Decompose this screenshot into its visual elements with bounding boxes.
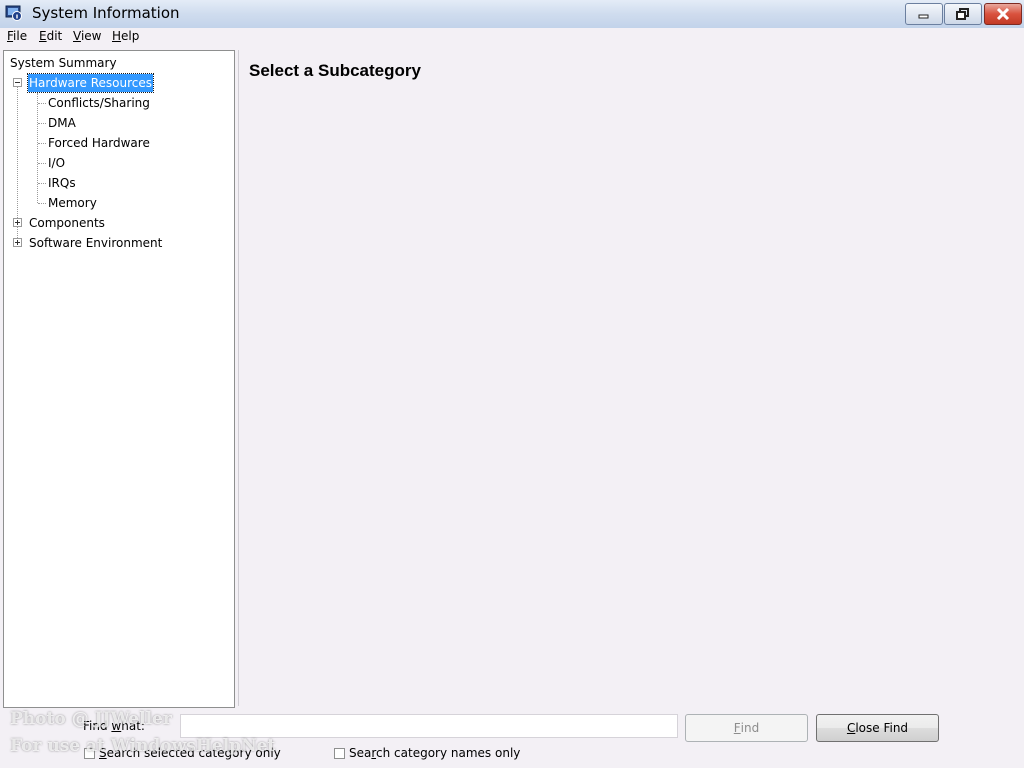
tree-item-conflicts-sharing[interactable]: Conflicts/Sharing	[48, 94, 150, 112]
menu-file[interactable]: File	[7, 29, 27, 43]
menu-bar: File Edit View Help	[0, 28, 1024, 46]
page-title: Select a Subcategory	[249, 61, 421, 80]
tree-item-components[interactable]: Components	[29, 214, 105, 232]
tree-item-system-summary[interactable]: System Summary	[10, 54, 117, 72]
restore-icon	[956, 8, 969, 20]
menu-help[interactable]: Help	[112, 29, 139, 43]
restore-button[interactable]	[944, 3, 982, 25]
tree-item-dma[interactable]: DMA	[48, 114, 76, 132]
collapse-icon[interactable]	[13, 78, 22, 87]
system-information-icon	[5, 5, 22, 21]
tree-item-memory[interactable]: Memory	[48, 194, 97, 212]
search-category-names-checkbox[interactable]	[334, 747, 345, 759]
tree-item-forced-hardware[interactable]: Forced Hardware	[48, 134, 150, 152]
menu-edit[interactable]: Edit	[39, 29, 62, 43]
tree-item-hardware-resources[interactable]: Hardware Resources	[26, 73, 155, 93]
close-button[interactable]	[984, 3, 1022, 25]
tree-connector	[38, 183, 46, 184]
watermark-line-1: Photo @ JJWeller	[10, 709, 172, 729]
close-find-button[interactable]: Close Find	[816, 714, 939, 742]
close-icon	[996, 8, 1010, 20]
minimize-icon	[918, 14, 929, 19]
tree-item-irqs[interactable]: IRQs	[48, 174, 76, 192]
tree-item-software-environment[interactable]: Software Environment	[29, 234, 162, 252]
category-tree[interactable]: System Summary Hardware Resources Confli…	[3, 50, 235, 708]
tree-connector	[38, 103, 46, 104]
find-what-input[interactable]	[180, 714, 678, 738]
tree-connector	[38, 163, 46, 164]
search-category-names-checkbox-row[interactable]: Search category names only	[334, 746, 520, 760]
expand-icon[interactable]	[13, 218, 22, 227]
title-bar[interactable]: System Information	[0, 0, 1024, 29]
find-button[interactable]: Find	[685, 714, 808, 742]
tree-connector	[38, 203, 46, 204]
tree-connector	[38, 143, 46, 144]
minimize-button[interactable]	[905, 3, 943, 25]
tree-item-io[interactable]: I/O	[48, 154, 65, 172]
search-category-names-label: Search category names only	[349, 746, 521, 760]
tree-connector	[38, 123, 46, 124]
watermark-line-2: For use at WindowsHelpNet	[10, 736, 276, 756]
window-title: System Information	[32, 4, 180, 22]
details-pane: Select a Subcategory	[238, 50, 1021, 706]
tree-connector	[37, 93, 38, 203]
expand-icon[interactable]	[13, 238, 22, 247]
menu-view[interactable]: View	[73, 29, 101, 43]
